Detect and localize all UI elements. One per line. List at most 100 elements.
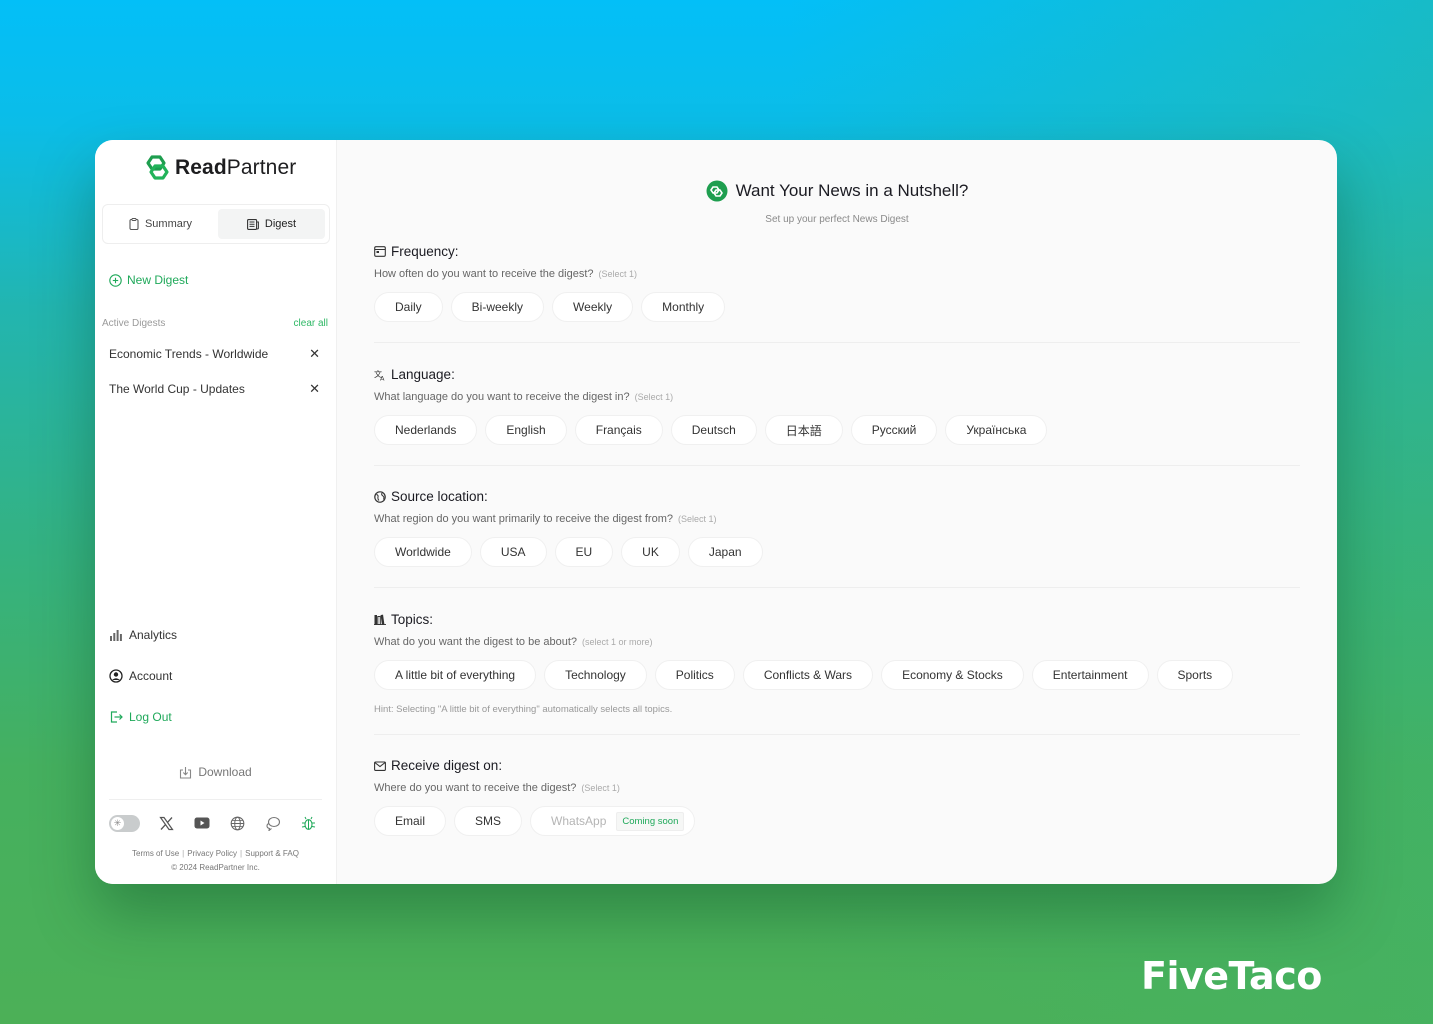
terms-link[interactable]: Terms of Use	[132, 849, 179, 858]
receive-option-whatsapp: WhatsApp Coming soon	[530, 806, 696, 836]
language-option-ukrainian[interactable]: Українська	[945, 415, 1048, 445]
active-digest-item[interactable]: The World Cup - Updates ✕	[109, 381, 320, 397]
globe-icon[interactable]	[229, 814, 247, 832]
theme-toggle[interactable]: ✳	[109, 814, 140, 832]
legal-separator: |	[240, 849, 243, 858]
language-option-english[interactable]: English	[485, 415, 567, 445]
frequency-option-monthly[interactable]: Monthly	[641, 292, 726, 322]
legal-separator: |	[182, 849, 185, 858]
language-section: 文A Language: What language do you want t…	[374, 367, 1300, 445]
section-divider	[374, 734, 1300, 735]
receive-option-sms[interactable]: SMS	[454, 806, 523, 836]
page-subtitle: Set up your perfect News Digest	[765, 214, 909, 225]
source-option-japan[interactable]: Japan	[687, 537, 763, 567]
receive-select-hint: (Select 1)	[581, 783, 620, 793]
youtube-icon[interactable]	[193, 814, 211, 832]
bar-chart-icon	[110, 630, 122, 641]
topic-option-technology[interactable]: Technology	[544, 660, 647, 690]
remove-digest-icon[interactable]: ✕	[309, 381, 320, 397]
source-option-usa[interactable]: USA	[479, 537, 547, 567]
language-option-russian[interactable]: Русский	[850, 415, 938, 445]
frequency-section: Frequency: How often do you want to rece…	[374, 244, 1300, 322]
language-title: Language:	[391, 367, 455, 382]
legal-footer: Terms of Use | Privacy Policy | Support & FA…	[95, 847, 336, 875]
mode-tabs: Summary Digest	[102, 204, 330, 244]
sidebar-divider	[109, 799, 322, 800]
books-icon	[374, 614, 386, 625]
remove-digest-icon[interactable]: ✕	[309, 346, 320, 362]
topics-footnote: Hint: Selecting "A little bit of everyth…	[374, 704, 673, 715]
fivetaco-watermark: FiveTaco	[1141, 954, 1322, 998]
source-location-title: Source location:	[391, 489, 488, 504]
tab-digest-label: Digest	[264, 218, 297, 230]
nav-analytics[interactable]: Analytics	[109, 628, 177, 642]
source-location-section: Source location: What region do you want…	[374, 489, 1300, 567]
active-digests-label: Active Digests	[102, 318, 166, 329]
topic-option-politics[interactable]: Politics	[654, 660, 735, 690]
active-digest-item[interactable]: Economic Trends - Worldwide ✕	[109, 346, 320, 362]
tab-digest[interactable]: Digest	[218, 209, 325, 239]
language-option-japanese[interactable]: 日本語	[764, 415, 843, 445]
topics-select-hint: (select 1 or more)	[582, 637, 653, 647]
brand-light: Partner	[226, 156, 297, 179]
source-option-eu[interactable]: EU	[554, 537, 614, 567]
support-link[interactable]: Support & FAQ	[245, 849, 299, 858]
readpartner-logo-icon	[146, 155, 169, 180]
active-digest-label: The World Cup - Updates	[109, 382, 245, 396]
section-divider	[374, 342, 1300, 343]
social-bar: ✳	[109, 814, 318, 832]
source-option-uk[interactable]: UK	[621, 537, 680, 567]
source-option-worldwide[interactable]: Worldwide	[374, 537, 472, 567]
language-select-hint: (Select 1)	[634, 392, 674, 402]
sidebar: ReadPartner Summary Digest New Digest Ac…	[95, 140, 337, 884]
language-option-francais[interactable]: Français	[574, 415, 663, 445]
source-location-select-hint: (Select 1)	[677, 514, 717, 524]
topic-option-everything[interactable]: A little bit of everything	[374, 660, 537, 690]
language-option-nederlands[interactable]: Nederlands	[374, 415, 478, 445]
tab-summary-label: Summary	[144, 218, 193, 230]
receive-option-email[interactable]: Email	[374, 806, 447, 836]
tab-summary[interactable]: Summary	[107, 209, 214, 239]
user-circle-icon	[109, 669, 123, 683]
download-label: Download	[198, 765, 252, 779]
topic-option-entertainment[interactable]: Entertainment	[1031, 660, 1149, 690]
logout-icon	[110, 711, 123, 723]
clear-all-link[interactable]: clear all	[294, 318, 328, 329]
frequency-select-hint: (Select 1)	[598, 269, 638, 279]
frequency-option-daily[interactable]: Daily	[374, 292, 443, 322]
new-digest-label: New Digest	[127, 273, 189, 287]
receive-question: Where do you want to receive the digest?	[374, 782, 577, 794]
calendar-icon	[374, 246, 386, 257]
active-digests-header: Active Digests clear all	[102, 318, 328, 329]
topic-option-sports[interactable]: Sports	[1156, 660, 1234, 690]
nav-logout-label: Log Out	[129, 710, 172, 724]
topic-option-conflicts-wars[interactable]: Conflicts & Wars	[742, 660, 874, 690]
bug-icon[interactable]	[300, 814, 318, 832]
topic-option-economy-stocks[interactable]: Economy & Stocks	[881, 660, 1024, 690]
mail-icon	[374, 760, 386, 771]
globe-icon	[374, 490, 386, 503]
nav-account[interactable]: Account	[109, 669, 172, 683]
language-option-deutsch[interactable]: Deutsch	[670, 415, 757, 445]
privacy-link[interactable]: Privacy Policy	[187, 849, 237, 858]
logo: ReadPartner	[143, 154, 296, 182]
frequency-option-biweekly[interactable]: Bi-weekly	[450, 292, 545, 322]
nav-logout[interactable]: Log Out	[109, 710, 172, 724]
whatsapp-label: WhatsApp	[551, 814, 607, 828]
receive-options: Email SMS WhatsApp Coming soon	[374, 806, 1300, 836]
receive-title: Receive digest on:	[391, 758, 503, 773]
app-window: ReadPartner Summary Digest New Digest Ac…	[95, 140, 1337, 884]
frequency-title: Frequency:	[391, 244, 459, 259]
nav-analytics-label: Analytics	[129, 628, 178, 642]
chat-icon[interactable]	[264, 814, 282, 832]
language-options: Nederlands English Français Deutsch 日本語 …	[374, 415, 1300, 445]
frequency-option-weekly[interactable]: Weekly	[552, 292, 634, 322]
download-button[interactable]: Download	[95, 765, 336, 779]
newspaper-icon	[246, 218, 259, 230]
brand-name: ReadPartner	[175, 156, 296, 180]
topics-title: Topics:	[391, 612, 434, 627]
page-header: Want Your News in a Nutshell? Set up you…	[337, 180, 1337, 225]
clipboard-icon	[129, 218, 139, 230]
x-icon[interactable]	[158, 814, 176, 832]
new-digest-button[interactable]: New Digest	[109, 273, 188, 287]
